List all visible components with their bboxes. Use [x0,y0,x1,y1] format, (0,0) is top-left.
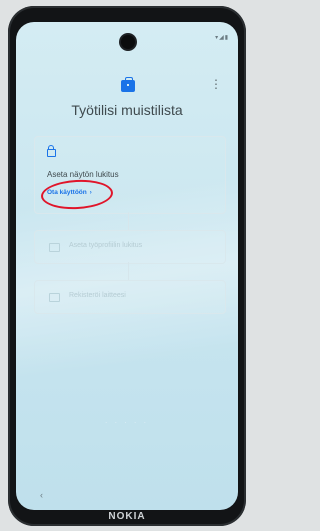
step-connector [128,262,129,280]
more-vert-icon[interactable]: ⋮ [210,78,222,90]
briefcase-icon [121,77,135,92]
annotation-circle [40,178,114,211]
step-connector [128,212,129,230]
light-reflection-dots: · · · · · [105,420,149,426]
screen-lock-icon [49,243,60,252]
front-camera [121,35,135,49]
data-icon [49,293,60,302]
device-brand: NOKIA [108,511,146,522]
step-label: Aseta työprofiilin lukitus [69,242,143,249]
step-work-lock-card: Aseta työprofiilin lukitus [34,230,226,264]
back-icon[interactable]: ‹ [40,490,43,500]
step-register-card: Rekisteröi laitteesi [34,280,226,314]
step-screen-lock-card: Aseta näytön lukitus Ota käyttöön › [34,136,226,214]
screen: ▾◢▮ ⋮ Työtilisi muistilista Aseta näytön… [16,22,238,510]
status-bar-icons: ▾◢▮ [215,35,229,41]
lock-icon [47,145,56,157]
step-title: Aseta näytön lukitus [47,170,119,179]
step-label: Rekisteröi laitteesi [69,292,126,299]
page-title: Työtilisi muistilista [71,102,183,118]
